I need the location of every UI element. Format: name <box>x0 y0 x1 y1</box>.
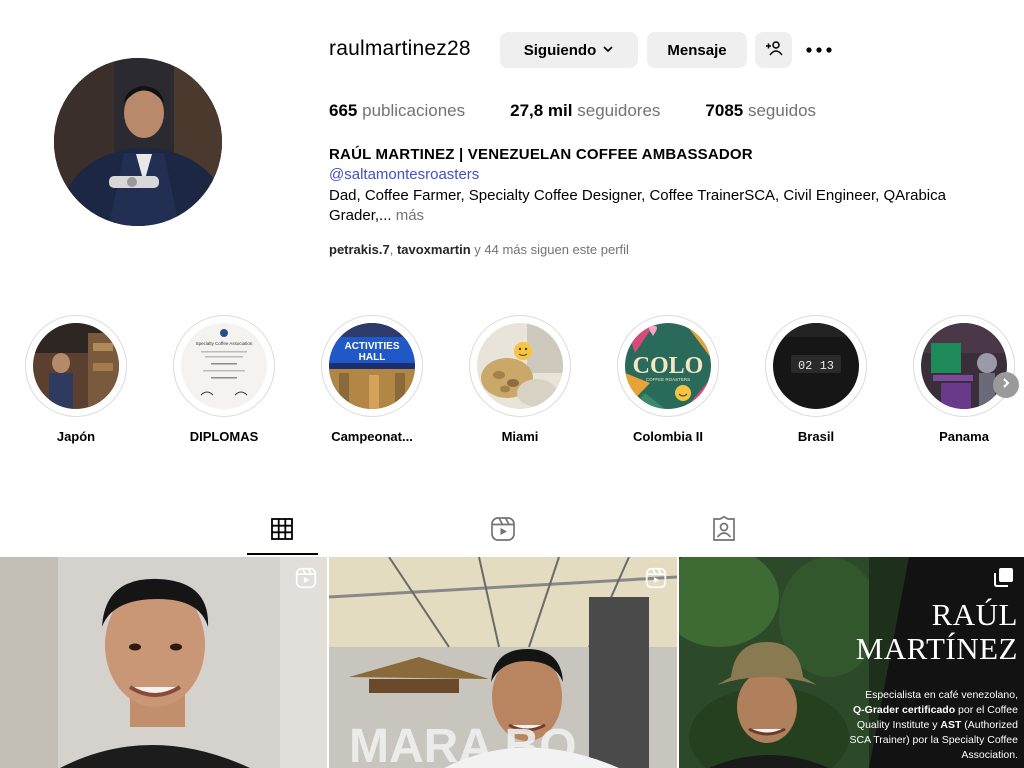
profile-username: raulmartinez28 <box>329 37 471 60</box>
highlight-ring: COLO COFFEE ROASTERS <box>617 315 719 417</box>
profile-full-name: RAÚL MARTINEZ | VENEZUELAN COFFEE AMBASS… <box>329 146 753 163</box>
posts-count-value: 665 <box>329 101 358 120</box>
desc-line-2: por el Coffee <box>955 704 1018 716</box>
background-sign-text: MARA BO <box>349 720 577 768</box>
highlight-cover <box>33 323 119 409</box>
highlight-ring <box>469 315 571 417</box>
activities-sign: ACTIVITIES <box>344 341 399 352</box>
followed-by: petrakis.7, tavoxmartin y 44 más siguen … <box>329 242 629 257</box>
tab-posts[interactable] <box>267 516 297 546</box>
more-options-icon[interactable] <box>802 36 836 64</box>
highlight-ring <box>913 315 1015 417</box>
highlight-label: Miami <box>501 429 539 444</box>
timer-display: 02 13 <box>798 359 834 373</box>
highlight-label: Campeonat... <box>331 429 413 444</box>
highlight-cover: 02 13 <box>773 323 859 409</box>
following-count-value: 7085 <box>705 101 744 120</box>
highlight-label: Japón <box>56 429 96 444</box>
highlight-ring: Specialty Coffee Association <box>173 315 275 417</box>
tab-tagged[interactable] <box>709 515 739 547</box>
highlight-ring: 02 13 <box>765 315 867 417</box>
desc-line-3-bold: AST <box>940 719 962 731</box>
add-person-icon <box>765 40 783 60</box>
carousel-badge-icon <box>994 567 1014 592</box>
suggested-users-button[interactable] <box>755 32 792 68</box>
diploma-title: Specialty Coffee Association <box>196 341 253 346</box>
highlight-colombia-ii[interactable]: COLO COFFEE ROASTERS Colombia II <box>617 315 719 444</box>
following-button[interactable]: Siguiendo <box>500 32 638 68</box>
reel-badge-icon <box>645 567 667 594</box>
post-description: Especialista en café venezolano, Q-Grade… <box>832 688 1018 763</box>
highlight-cover <box>921 323 1007 409</box>
highlight-label: Brasil <box>797 429 835 444</box>
colo-brand: COLO <box>633 353 704 379</box>
followed-by-rest: y 44 más siguen este perfil <box>474 242 629 257</box>
reels-icon <box>490 516 516 547</box>
profile-bio: Dad, Coffee Farmer, Specialty Coffee Des… <box>329 186 1009 226</box>
post-item-1[interactable] <box>0 557 327 768</box>
hall-sign: HALL <box>359 352 386 363</box>
highlight-cover <box>477 323 563 409</box>
post-title-line-2: MARTÍNEZ <box>855 631 1018 666</box>
grid-icon <box>270 517 294 546</box>
post-item-3[interactable]: RAÚL MARTÍNEZ Especialista en café venez… <box>679 557 1024 768</box>
highlight-japon[interactable]: Japón <box>25 315 127 444</box>
followers-count-label: seguidores <box>577 101 661 120</box>
desc-line-1: Especialista en café venezolano, <box>865 689 1018 701</box>
post-item-2[interactable]: MARA BO <box>329 557 677 768</box>
reel-badge-icon <box>295 567 317 594</box>
highlight-brasil[interactable]: 02 13 Brasil <box>765 315 867 444</box>
highlight-label: Colombia II <box>632 429 704 444</box>
followers-count-value: 27,8 mil <box>510 101 573 120</box>
highlight-ring: ACTIVITIES HALL <box>321 315 423 417</box>
post-image <box>0 557 327 768</box>
desc-line-4: SCA Trainer) por la Specialty Coffee <box>849 734 1018 746</box>
highlight-campeonatos[interactable]: ACTIVITIES HALL Campeonat... <box>321 315 423 444</box>
post-image: MARA BO <box>329 557 677 768</box>
message-button[interactable]: Mensaje <box>647 32 747 68</box>
chevron-down-icon <box>602 42 614 59</box>
posts-count-label: publicaciones <box>362 101 466 120</box>
active-tab-indicator <box>247 553 318 555</box>
highlight-diplomas[interactable]: Specialty Coffee Association DIPLOMAS <box>173 315 275 444</box>
profile-link[interactable]: @saltamontesroasters <box>329 166 479 183</box>
highlight-ring <box>25 315 127 417</box>
highlight-cover: Specialty Coffee Association <box>181 323 267 409</box>
followers-count[interactable]: 27,8 mil seguidores <box>510 101 660 121</box>
following-button-label: Siguiendo <box>523 41 597 59</box>
followed-by-user-2[interactable]: tavoxmartin <box>397 242 471 257</box>
highlight-cover: COLO COFFEE ROASTERS <box>625 323 711 409</box>
profile-stats: 665 publicaciones 27,8 mil seguidores 70… <box>329 101 816 121</box>
post-title-line-1: RAÚL <box>931 597 1018 632</box>
chevron-right-icon <box>1000 376 1012 394</box>
tab-reels[interactable] <box>488 516 518 546</box>
highlight-label: DIPLOMAS <box>189 429 259 444</box>
highlights-next-button[interactable] <box>993 372 1019 398</box>
bio-more-link[interactable]: más <box>396 207 424 224</box>
highlight-label: Panama <box>939 429 989 444</box>
profile-avatar[interactable] <box>54 58 222 226</box>
highlight-cover: ACTIVITIES HALL <box>329 323 415 409</box>
followed-by-separator: , <box>389 242 394 257</box>
desc-line-5: Association. <box>961 749 1018 761</box>
desc-line-3: Quality Institute y <box>856 719 941 731</box>
following-count[interactable]: 7085 seguidos <box>705 101 816 121</box>
followed-by-user-1[interactable]: petrakis.7 <box>329 242 390 257</box>
coffee-roasters-text: COFFEE ROASTERS <box>646 377 690 382</box>
following-count-label: seguidos <box>747 101 817 120</box>
tagged-icon <box>711 515 737 547</box>
highlight-miami[interactable]: Miami <box>469 315 571 444</box>
desc-line-2-bold: Q-Grader certificado <box>853 704 956 716</box>
desc-line-3-rest: (Authorized <box>961 719 1018 731</box>
posts-count: 665 publicaciones <box>329 101 465 121</box>
